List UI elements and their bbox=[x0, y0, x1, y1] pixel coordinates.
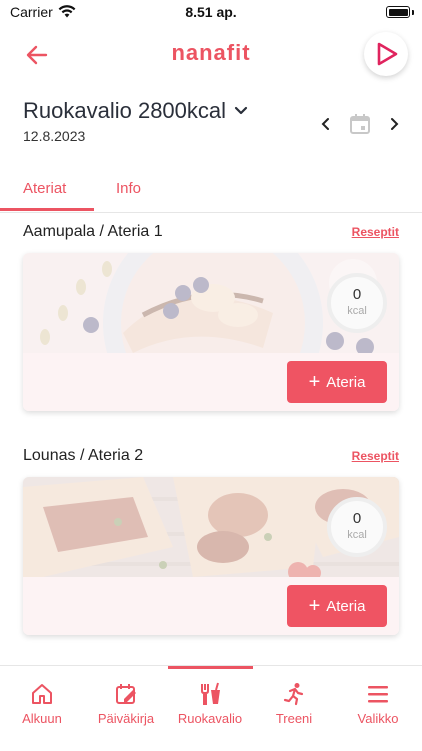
meal-header: Lounas / Ateria 2 Reseptit bbox=[23, 447, 399, 469]
top-bar: nanafit bbox=[0, 28, 422, 84]
add-meal-button[interactable]: + Ateria bbox=[287, 361, 387, 403]
meal-card[interactable]: 0 kcal + Ateria bbox=[23, 253, 399, 411]
meal-title: Lounas / Ateria 2 bbox=[23, 447, 144, 464]
kcal-unit: kcal bbox=[347, 305, 367, 317]
nav-label: Ruokavalio bbox=[177, 711, 243, 726]
kcal-value: 0 bbox=[352, 286, 362, 303]
battery-icon bbox=[386, 6, 410, 18]
nav-item-diary[interactable]: Päiväkirja bbox=[84, 666, 168, 736]
tab-meals[interactable]: Ateriat bbox=[23, 180, 66, 197]
meal-header: Aamupala / Ateria 1 Reseptit bbox=[23, 223, 399, 245]
nav-label: Valikko bbox=[357, 711, 399, 726]
nav-item-home[interactable]: Alkuun bbox=[0, 666, 84, 736]
nav-label: Päiväkirja bbox=[97, 711, 155, 726]
kcal-badge: 0 kcal bbox=[327, 497, 387, 557]
nav-item-training[interactable]: Treeni bbox=[252, 666, 336, 736]
diet-plan-selector[interactable]: Ruokavalio 2800kcal bbox=[23, 98, 248, 124]
nav-item-menu[interactable]: Valikko bbox=[336, 666, 420, 736]
diet-plan-title: Ruokavalio 2800kcal bbox=[23, 98, 227, 123]
running-icon bbox=[282, 682, 306, 706]
tab-info[interactable]: Info bbox=[116, 180, 141, 197]
plan-date: 12.8.2023 bbox=[23, 128, 86, 144]
diary-icon bbox=[114, 682, 138, 706]
brand-logo: nanafit bbox=[171, 40, 251, 65]
chevron-right-icon[interactable] bbox=[390, 117, 400, 136]
nav-label: Treeni bbox=[275, 711, 313, 726]
home-icon bbox=[30, 682, 54, 706]
diet-plan-header[interactable]: Ruokavalio 2800kcal 12.8.2023 bbox=[23, 98, 248, 144]
add-meal-label: Ateria bbox=[326, 597, 366, 615]
chevron-left-icon[interactable] bbox=[320, 117, 330, 136]
tab-bar: Ateriat Info bbox=[0, 172, 422, 213]
calendar-icon[interactable] bbox=[349, 113, 371, 140]
add-meal-label: Ateria bbox=[326, 373, 366, 391]
bottom-navigation: Alkuun Päiväkirja Ruokavalio Treeni Vali… bbox=[0, 665, 422, 751]
menu-icon bbox=[366, 682, 390, 706]
kcal-value: 0 bbox=[352, 510, 362, 527]
status-bar: Carrier 8.51 ap. bbox=[0, 0, 422, 28]
date-navigation bbox=[320, 112, 400, 140]
kcal-unit: kcal bbox=[347, 529, 367, 541]
play-video-button[interactable] bbox=[364, 32, 408, 76]
add-meal-button[interactable]: + Ateria bbox=[287, 585, 387, 627]
kcal-badge: 0 kcal bbox=[327, 273, 387, 333]
nav-label: Alkuun bbox=[22, 711, 62, 726]
battery-tip bbox=[412, 10, 414, 15]
play-icon bbox=[377, 42, 398, 66]
meal-card[interactable]: 0 kcal + Ateria bbox=[23, 477, 399, 635]
nav-item-diet[interactable]: Ruokavalio bbox=[168, 666, 252, 736]
meal-title: Aamupala / Ateria 1 bbox=[23, 223, 163, 240]
active-tab-indicator bbox=[0, 208, 94, 211]
clock: 8.51 ap. bbox=[185, 4, 237, 20]
plus-icon: + bbox=[308, 371, 321, 393]
recipes-link[interactable]: Reseptit bbox=[352, 225, 399, 239]
recipes-link[interactable]: Reseptit bbox=[352, 449, 399, 463]
plus-icon: + bbox=[308, 595, 321, 617]
chevron-down-icon bbox=[234, 106, 248, 115]
cutlery-icon bbox=[198, 682, 222, 706]
